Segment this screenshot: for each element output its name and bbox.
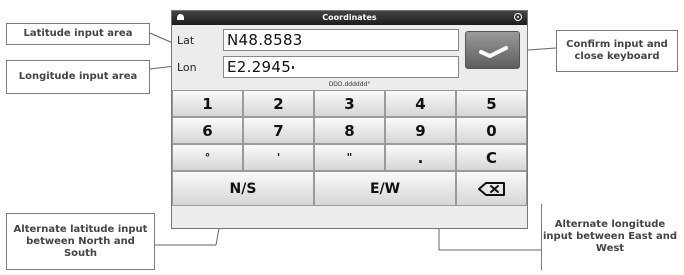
key-1[interactable]: 1 [172,90,243,117]
callout-east-west-text: Alternate longitude input between East a… [542,219,678,254]
key-decimal[interactable]: . [385,144,456,171]
callout-north-south-text: Alternate latitude input between North a… [13,223,148,259]
callout-longitude: Longitude input area [6,60,150,94]
east-west-toggle-button[interactable]: E/W [314,171,456,206]
text-cursor [292,66,295,69]
longitude-value: E2.2945 [227,58,292,76]
key-5[interactable]: 5 [456,90,527,117]
window-title: Coordinates [322,13,377,22]
lon-label: Lon [177,61,197,74]
key-clear[interactable]: C [456,144,527,171]
longitude-input[interactable]: E2.2945 [223,56,459,78]
key-second[interactable]: " [314,144,385,171]
callout-north-south: Alternate latitude input between North a… [6,213,155,270]
key-minute[interactable]: ' [243,144,314,171]
key-4[interactable]: 4 [385,90,456,117]
lat-label: Lat [177,34,195,47]
backspace-icon [477,181,505,196]
coordinates-screen: Coordinates Lat N48.8583 Lon E2.2945 DDD… [171,10,528,229]
location-icon[interactable] [514,13,522,21]
keypad: 1 2 3 4 5 6 7 8 9 0 ° ' " . C N/S E/W [172,90,527,228]
callout-confirm-text: Confirm input and close keyboard [566,39,668,62]
callout-confirm: Confirm input and close keyboard [556,30,678,72]
key-degree[interactable]: ° [172,144,243,171]
key-9[interactable]: 9 [385,117,456,144]
callout-east-west: Alternate longitude input between East a… [541,204,678,270]
title-bar: Coordinates [172,11,527,25]
callout-latitude: Latitude input area [6,23,150,45]
callout-longitude-text: Longitude input area [18,71,138,82]
confirm-button[interactable] [465,31,520,69]
key-8[interactable]: 8 [314,117,385,144]
key-0[interactable]: 0 [456,117,527,144]
north-south-toggle-button[interactable]: N/S [172,171,314,206]
key-3[interactable]: 3 [314,90,385,117]
checkmark-icon [479,46,508,58]
key-6[interactable]: 6 [172,117,243,144]
backspace-button[interactable] [456,171,527,206]
latitude-input[interactable]: N48.8583 [223,29,459,51]
key-2[interactable]: 2 [243,90,314,117]
callout-latitude-text: Latitude input area [23,28,133,39]
key-7[interactable]: 7 [243,117,314,144]
menu-icon[interactable] [177,14,184,20]
format-hint: DDD.dddddd° [328,81,371,88]
latitude-value: N48.8583 [227,31,303,49]
